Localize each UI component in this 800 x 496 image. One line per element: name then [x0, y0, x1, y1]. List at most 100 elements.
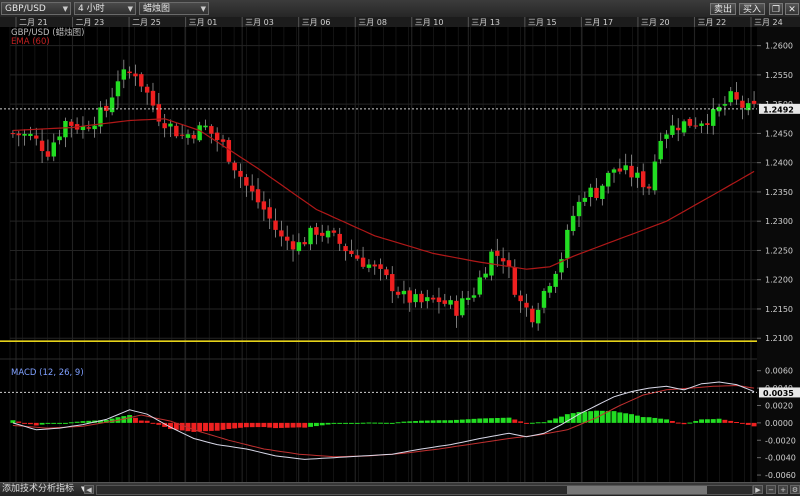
candle-body	[652, 161, 658, 191]
candle-body	[407, 290, 412, 303]
candle-body	[92, 125, 97, 130]
macd-histogram-bar	[675, 422, 681, 424]
candle-body	[711, 109, 716, 126]
candle-body	[646, 186, 652, 189]
x-tick-label: 三月 01	[189, 18, 218, 27]
macd-histogram-bar	[378, 422, 384, 424]
candle-body	[384, 269, 389, 276]
candle-body	[45, 151, 51, 157]
zoom-out-icon[interactable]: −	[766, 485, 776, 494]
macd-histogram-bar	[203, 422, 208, 432]
macd-histogram-bar	[337, 422, 343, 424]
candle-body	[471, 295, 477, 298]
macd-histogram-bar	[395, 422, 401, 424]
candle-body	[378, 264, 383, 269]
candle-body	[442, 300, 447, 304]
chevron-down-icon: ▼	[200, 5, 206, 13]
bottom-bar: 添加技术分析指标 ▼ ◀ ▶ − + ⚙	[0, 482, 800, 496]
macd-histogram-bar	[366, 422, 372, 424]
macd-histogram-bar	[658, 418, 664, 423]
macd-histogram-bar	[494, 418, 500, 423]
symbol-value: GBP/USD	[5, 4, 46, 14]
macd-y-tick-label: 0.0060	[765, 367, 793, 376]
macd-histogram-bar	[751, 422, 757, 427]
macd-histogram-bar	[413, 421, 419, 423]
symbol-dropdown[interactable]: GBP/USD ▼	[1, 2, 71, 15]
candle-body	[273, 220, 278, 230]
candle-body	[296, 242, 302, 252]
x-tick-label: 三月 06	[302, 18, 331, 27]
x-tick-label: 三月 13	[471, 18, 500, 27]
macd-histogram-bar	[611, 411, 617, 423]
macd-histogram-bar	[313, 422, 319, 427]
y-tick-label: 1.2450	[765, 129, 793, 138]
y-tick-label: 1.2150	[765, 305, 793, 314]
zoom-in-icon[interactable]: +	[778, 485, 788, 494]
close-icon[interactable]: ✕	[785, 3, 799, 15]
candle-body	[10, 133, 16, 135]
candle-body	[214, 132, 220, 140]
scroll-right-icon[interactable]: ▶	[753, 485, 763, 494]
candle-body	[477, 277, 483, 295]
candle-body	[734, 92, 739, 100]
candle-body	[121, 69, 127, 80]
candle-body	[705, 123, 710, 125]
macd-histogram-bar	[296, 422, 302, 428]
x-axis: 二月 21 二月 23 二月 25 三月 01 三月 03 三月 06 三月 08 三月 10…	[0, 17, 800, 27]
candle-body	[28, 133, 33, 136]
candle-body	[139, 74, 144, 87]
candle-body	[337, 233, 342, 244]
x-tick-label: 三月 10	[415, 18, 444, 27]
sell-button[interactable]: 卖出	[710, 3, 736, 15]
candle-body	[617, 168, 623, 172]
candle-body	[588, 187, 593, 197]
add-indicator-dropdown[interactable]: 添加技术分析指标 ▼	[0, 484, 86, 495]
macd-histogram-bar	[553, 418, 559, 423]
candle-body	[605, 172, 611, 187]
candle-body	[314, 227, 319, 235]
macd-histogram-bar	[506, 417, 512, 423]
macd-histogram-bar	[243, 422, 249, 428]
candle-body	[419, 293, 424, 303]
y-tick-label: 1.2350	[765, 188, 793, 197]
y-tick-label: 1.2550	[765, 71, 793, 80]
macd-histogram-bar	[483, 418, 489, 423]
candle-body	[320, 232, 325, 236]
macd-histogram-bar	[348, 422, 354, 424]
macd-y-tick-label: 0.0020	[765, 401, 793, 410]
candle-body	[425, 297, 430, 302]
candle-body	[203, 125, 208, 128]
horizontal-scrollbar[interactable]	[96, 485, 753, 495]
candle-body	[51, 142, 56, 157]
candle-body	[255, 189, 261, 203]
y-tick-label: 1.2400	[765, 159, 793, 168]
candle-body	[629, 165, 634, 178]
macd-histogram-bar	[220, 422, 226, 430]
macd-histogram-bar	[267, 422, 273, 428]
scrollbar-thumb[interactable]	[567, 486, 707, 494]
candle-body	[162, 123, 167, 129]
restore-icon[interactable]: ❐	[769, 3, 783, 15]
macd-histogram-bar	[57, 422, 63, 424]
settings-icon[interactable]: ⚙	[790, 485, 800, 494]
candle-body	[290, 241, 296, 250]
chart-area[interactable]: 二月 21 二月 23 二月 25 三月 01 三月 03 三月 06 三月 08 三月 10…	[0, 17, 800, 482]
macd-histogram-bar	[710, 419, 716, 423]
macd-histogram-bar	[512, 419, 518, 423]
candle-body	[506, 260, 512, 267]
candle-body	[349, 250, 354, 255]
candle-body	[401, 290, 407, 295]
trading-app: GBP/USD ▼ 4 小时 ▼ 蜡烛图 ▼ 卖出 买入 ❐ ✕ 二月 21 二月…	[0, 0, 800, 496]
timeframe-dropdown[interactable]: 4 小时 ▼	[74, 2, 136, 15]
candle-body	[127, 71, 132, 74]
macd-histogram-bar	[617, 412, 623, 423]
macd-histogram-bar	[646, 417, 652, 423]
candle-body	[16, 133, 21, 136]
macd-histogram-bar	[739, 422, 745, 424]
macd-histogram-bar	[535, 422, 541, 424]
chart-style-dropdown[interactable]: 蜡烛图 ▼	[139, 2, 209, 15]
macd-histogram-bar	[442, 420, 448, 423]
buy-button[interactable]: 买入	[739, 3, 765, 15]
scroll-left-icon[interactable]: ◀	[84, 485, 94, 494]
buy-label: 买入	[742, 5, 761, 15]
